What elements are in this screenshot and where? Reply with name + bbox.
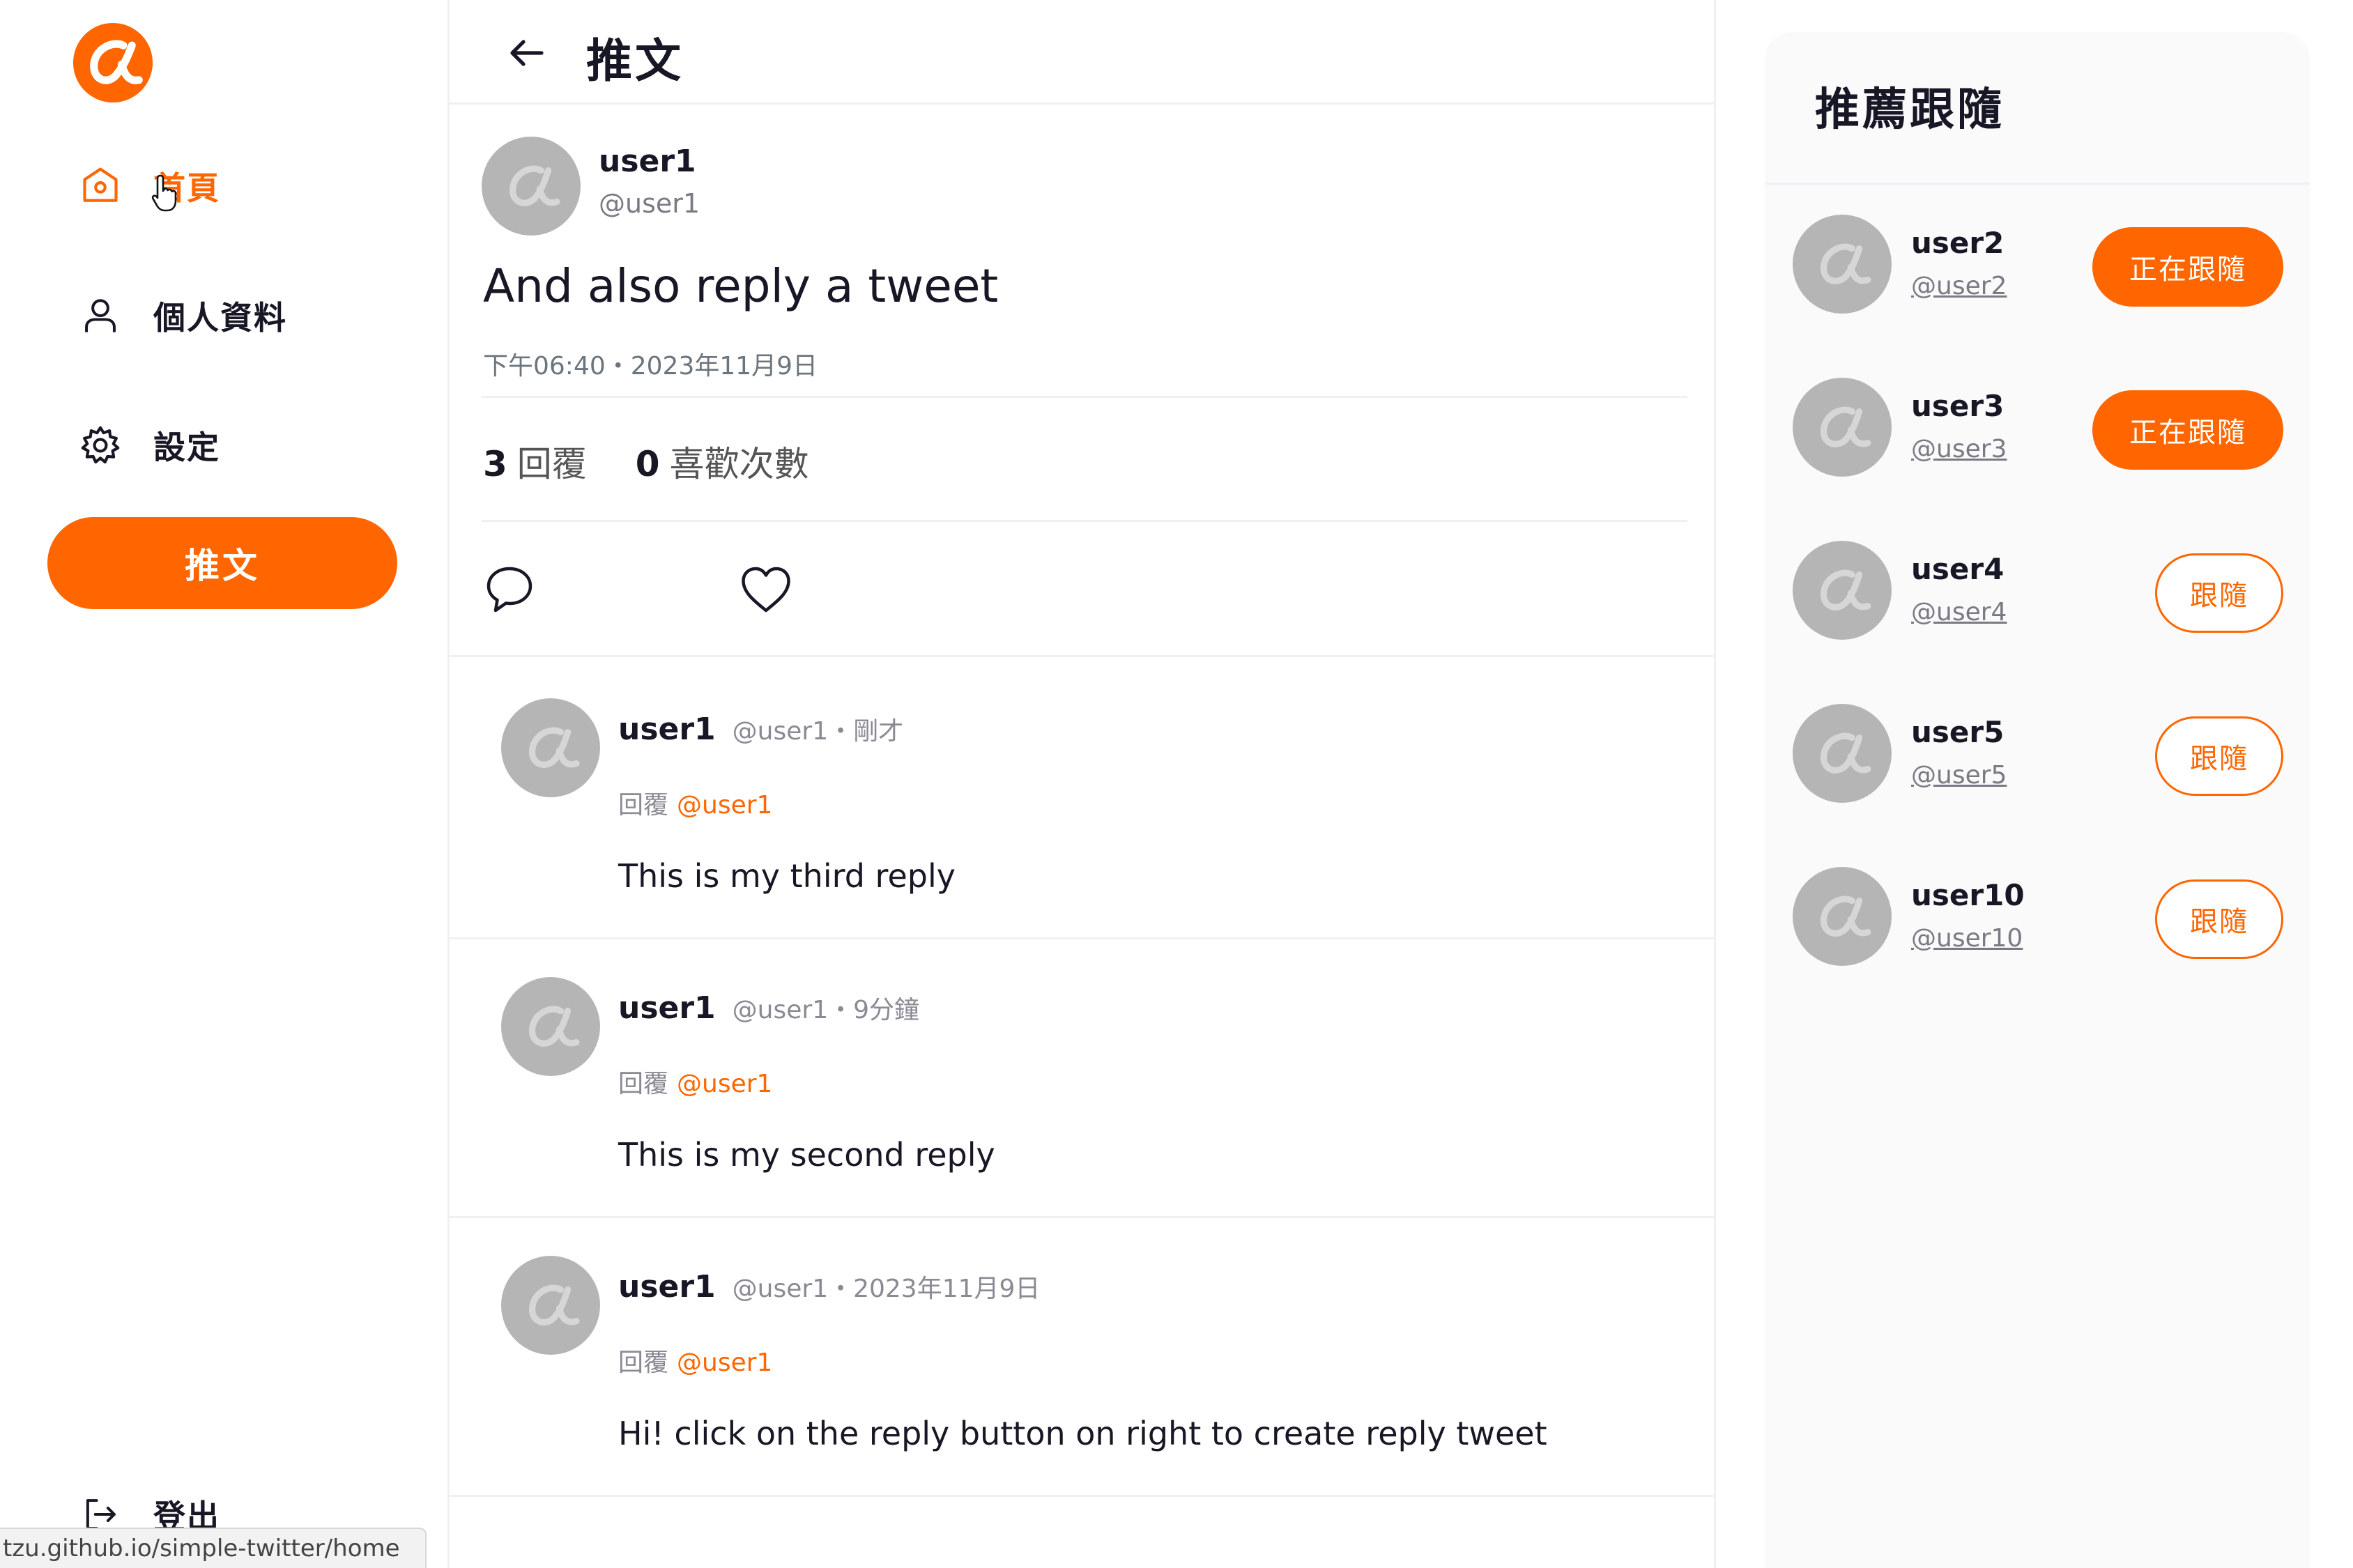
reply-text: Hi! click on the reply button on right t… — [618, 1415, 1547, 1452]
suggestion-item: user5 @user5 跟隨 — [1765, 704, 2310, 864]
suggestion-name[interactable]: user3 — [1911, 389, 2004, 423]
sidebar-item-label: 設定 — [153, 429, 220, 466]
reply-author-name[interactable]: user1 — [618, 1269, 716, 1305]
suggestion-name[interactable]: user5 — [1911, 715, 2004, 749]
home-icon — [78, 164, 123, 208]
reply-count-label: 回覆 — [516, 444, 587, 484]
sidebar-item-profile[interactable]: 個人資料 — [78, 284, 287, 347]
gear-icon — [78, 423, 123, 468]
reply-to-label: 回覆 — [618, 1070, 669, 1098]
tweet-author-handle: @user1 — [599, 188, 700, 219]
suggestion-handle[interactable]: @user4 — [1911, 598, 2007, 627]
reply-icon[interactable] — [482, 562, 537, 617]
suggestion-item: user3 @user3 正在跟隨 — [1765, 378, 2310, 538]
follow-button[interactable]: 跟隨 — [2155, 716, 2283, 796]
divider — [1765, 183, 2310, 185]
suggestion-handle[interactable]: @user2 — [1911, 272, 2007, 300]
avatar[interactable] — [501, 698, 600, 797]
main-column: 推文 user1 @user1 And also reply a tweet 下… — [447, 0, 1716, 1568]
reply-item: user1 @user1・9分鐘 回覆 @user1 This is my sec… — [450, 941, 1714, 1218]
reply-header: user1 @user1・9分鐘 — [618, 990, 919, 1026]
sidebar-item-label: 個人資料 — [153, 299, 287, 337]
user-icon — [78, 293, 123, 338]
following-button[interactable]: 正在跟隨 — [2092, 390, 2283, 470]
divider — [450, 655, 1714, 657]
reply-to: 回覆 @user1 — [618, 1063, 772, 1100]
suggestion-handle[interactable]: @user10 — [1911, 924, 2023, 953]
reply-to-mention[interactable]: @user1 — [677, 791, 772, 820]
reply-header: user1 @user1・2023年11月9日 — [618, 1268, 1040, 1305]
avatar[interactable] — [1793, 215, 1892, 314]
reply-meta: @user1・剛才 — [732, 717, 904, 746]
suggestion-item: user2 @user2 正在跟隨 — [1765, 215, 2310, 375]
reply-to-label: 回覆 — [618, 791, 669, 820]
sidebar: 首頁 個人資料 設定 推文 登出 — [0, 0, 445, 1568]
avatar[interactable] — [501, 977, 600, 1076]
reply-to-mention[interactable]: @user1 — [677, 1348, 772, 1377]
avatar[interactable] — [1793, 541, 1892, 640]
reply-text: This is my second reply — [618, 1136, 995, 1174]
tweet-timestamp: 下午06:40・2023年11月9日 — [483, 352, 818, 381]
reply-author-name[interactable]: user1 — [618, 712, 716, 747]
reply-item: user1 @user1・2023年11月9日 回覆 @user1 Hi! cli… — [450, 1220, 1714, 1497]
reply-author-name[interactable]: user1 — [618, 990, 716, 1026]
avatar[interactable] — [482, 137, 581, 236]
suggestion-name[interactable]: user2 — [1911, 226, 2004, 260]
following-button[interactable]: 正在跟隨 — [2092, 227, 2283, 307]
divider — [482, 396, 1687, 398]
reply-to: 回覆 @user1 — [618, 1342, 772, 1378]
heart-icon[interactable] — [738, 562, 794, 617]
suggestion-name[interactable]: user10 — [1911, 878, 2025, 912]
reply-text: This is my third reply — [618, 857, 956, 895]
suggestion-handle[interactable]: @user3 — [1911, 435, 2007, 463]
follow-button[interactable]: 跟隨 — [2155, 879, 2283, 959]
like-count-label: 喜歡次數 — [669, 444, 809, 484]
tweet-stats: 3 回覆 0 喜歡次數 — [483, 436, 809, 486]
reply-to: 回覆 @user1 — [618, 785, 772, 821]
suggestion-item: user4 @user4 跟隨 — [1765, 541, 2310, 701]
suggestion-item: user10 @user10 跟隨 — [1765, 867, 2310, 1027]
new-tweet-button[interactable]: 推文 — [47, 517, 397, 609]
page-header: 推文 — [450, 0, 1714, 105]
like-count: 0 — [635, 444, 660, 484]
avatar[interactable] — [1793, 867, 1892, 966]
hand-pointer-icon — [151, 173, 181, 215]
tweet-content: And also reply a tweet — [483, 259, 999, 313]
follow-button[interactable]: 跟隨 — [2155, 553, 2283, 633]
avatar[interactable] — [1793, 704, 1892, 803]
sidebar-item-settings[interactable]: 設定 — [78, 414, 220, 477]
page-title: 推文 — [586, 34, 684, 88]
suggestions-title: 推薦跟隨 — [1815, 84, 2005, 136]
reply-to-label: 回覆 — [618, 1348, 669, 1377]
back-arrow-icon[interactable] — [504, 31, 549, 75]
reply-header: user1 @user1・剛才 — [618, 711, 903, 747]
logo-icon[interactable] — [70, 20, 156, 106]
suggestion-handle[interactable]: @user5 — [1911, 761, 2007, 790]
divider — [482, 520, 1687, 522]
avatar[interactable] — [501, 1256, 600, 1355]
reply-meta: @user1・9分鐘 — [732, 996, 920, 1024]
avatar[interactable] — [1793, 378, 1892, 477]
status-bar-url: tzu.github.io/simple-twitter/home — [0, 1528, 427, 1568]
reply-to-mention[interactable]: @user1 — [677, 1070, 772, 1098]
sidebar-item-home[interactable]: 首頁 — [78, 155, 220, 217]
app-root: 首頁 個人資料 設定 推文 登出 tzu.github.io/simple-tw… — [0, 0, 2353, 1568]
suggestions-panel: 推薦跟隨 user2 @user2 正在跟隨 user3 @user3 正在跟隨… — [1765, 32, 2310, 1568]
reply-meta: @user1・2023年11月9日 — [732, 1275, 1041, 1303]
tweet-author-name[interactable]: user1 — [599, 144, 696, 179]
suggestion-name[interactable]: user4 — [1911, 552, 2004, 586]
reply-item: user1 @user1・剛才 回覆 @user1 This is my thir… — [450, 662, 1714, 939]
reply-count: 3 — [483, 444, 507, 484]
